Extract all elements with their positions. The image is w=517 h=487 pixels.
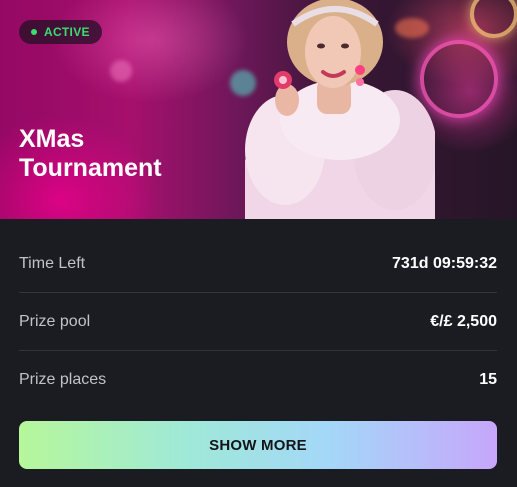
- tournament-details: Time Left 731d 09:59:32 Prize pool €/£ 2…: [19, 235, 497, 408]
- detail-row-time-left: Time Left 731d 09:59:32: [19, 235, 497, 293]
- show-more-button[interactable]: SHOW MORE: [19, 421, 497, 469]
- detail-value: €/£ 2,500: [430, 312, 497, 330]
- status-badge-label: ACTIVE: [44, 25, 90, 39]
- detail-value: 15: [479, 370, 497, 388]
- detail-label: Prize places: [19, 370, 107, 388]
- show-more-button-label: SHOW MORE: [209, 436, 307, 454]
- tournament-banner: ACTIVE XMas Tournament: [0, 0, 517, 219]
- detail-label: Time Left: [19, 254, 86, 272]
- detail-label: Prize pool: [19, 312, 91, 330]
- tournament-title: XMas Tournament: [19, 125, 239, 183]
- tournament-title-line: Tournament: [19, 154, 162, 182]
- tournament-title-line: XMas: [19, 125, 85, 153]
- detail-value: 731d 09:59:32: [392, 254, 497, 272]
- status-badge: ACTIVE: [19, 20, 102, 44]
- detail-row-prize-pool: Prize pool €/£ 2,500: [19, 293, 497, 351]
- tournament-card: ACTIVE XMas Tournament Time Left 731d 09…: [0, 0, 517, 487]
- detail-row-prize-places: Prize places 15: [19, 351, 497, 408]
- status-dot-icon: [31, 29, 37, 35]
